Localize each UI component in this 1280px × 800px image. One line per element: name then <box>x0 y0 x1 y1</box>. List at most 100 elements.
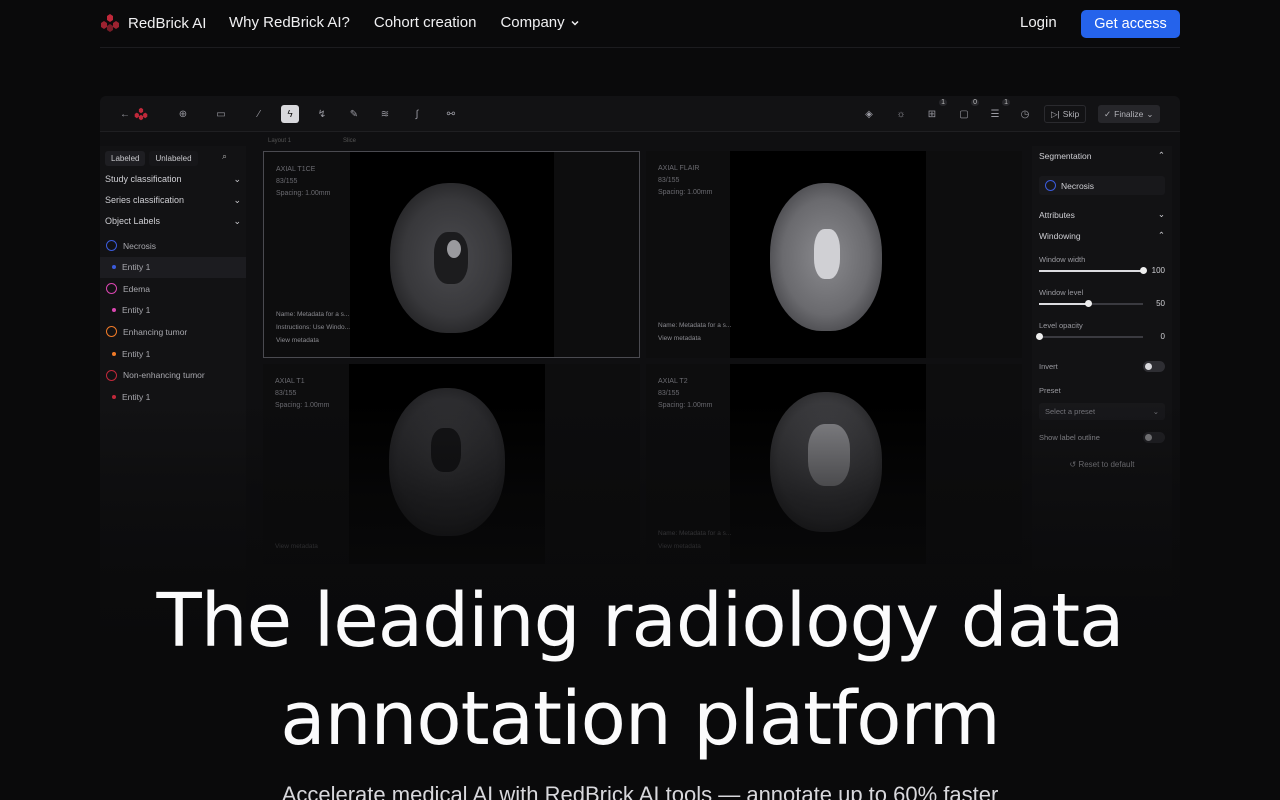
object-label-text: Entity 1 <box>122 305 151 316</box>
spacing-label: Spacing: 1.00mm <box>658 189 713 196</box>
label-class-icon <box>106 326 117 338</box>
object-label-text: Non-enhancing tumor <box>123 370 205 381</box>
invert-row: Invert <box>1039 361 1165 372</box>
object-label-text: Edema <box>123 283 150 294</box>
tag-icon[interactable]: ◈ <box>860 105 878 123</box>
segmentation-section[interactable]: Segmentation ⌃ <box>1039 150 1165 161</box>
segmentation-label: Segmentation <box>1039 150 1092 161</box>
link-tool-icon[interactable]: ⚯ <box>442 105 460 123</box>
reset-label: Reset to default <box>1078 460 1135 469</box>
finalize-label: Finalize <box>1114 109 1144 119</box>
series-classification-section[interactable]: Series classification ⌄ <box>105 195 241 206</box>
window-width-value: 100 <box>1151 266 1165 275</box>
finalize-button[interactable]: ✓ Finalize ⌄ <box>1098 105 1160 123</box>
window-width-slider[interactable] <box>1039 267 1147 274</box>
object-label-item[interactable]: Entity 1 <box>100 386 246 407</box>
view-metadata-link[interactable]: View metadata <box>658 543 701 550</box>
view-metadata-link[interactable]: View metadata <box>658 335 701 342</box>
level-opacity-slider[interactable] <box>1036 333 1143 340</box>
chevron-down-icon: ⌄ <box>233 216 241 226</box>
window-width-label: Window width <box>1039 255 1086 264</box>
chevron-down-icon: ⌄ <box>233 195 241 205</box>
layout-tool-icon[interactable]: ▭ <box>212 105 230 123</box>
chevron-up-icon: ⌃ <box>1157 150 1165 160</box>
window-level-slider[interactable] <box>1039 300 1143 307</box>
properties-panel: Segmentation ⌃ Necrosis Attributes ⌄ Windo… <box>1032 146 1172 596</box>
grid-badge: 1 <box>939 99 947 106</box>
nav-link-company[interactable]: Company <box>500 14 579 31</box>
label-entity-dot-icon <box>112 308 116 313</box>
get-access-button[interactable]: Get access <box>1081 10 1180 38</box>
reset-default-button[interactable]: ↺ Reset to default <box>1032 460 1172 469</box>
tab-labeled[interactable]: Labeled <box>105 151 146 166</box>
view-dropdown[interactable]: AXIAL <box>275 378 295 385</box>
nav-link-cohort[interactable]: Cohort creation <box>374 14 477 31</box>
viewport-t1[interactable]: AXIAL T1 83/155 Spacing: 1.00mm View metad… <box>263 364 640 564</box>
login-link[interactable]: Login <box>1020 14 1057 31</box>
preset-select[interactable]: Select a preset ⌄ <box>1039 403 1165 420</box>
redbrick-logo-icon <box>101 14 119 32</box>
hero-title-line-2: annotation platform <box>280 676 1000 762</box>
crosshair-tool-icon[interactable]: ⊕ <box>174 105 192 123</box>
check-icon: ✓ <box>1104 108 1112 119</box>
brightness-icon[interactable]: ☼ <box>892 105 910 123</box>
slice-index: 83/155 <box>276 178 298 185</box>
object-label-item[interactable]: Edema <box>100 278 246 299</box>
comment-icon[interactable]: ▢ 0 <box>955 99 979 123</box>
object-label-text: Enhancing tumor <box>123 326 188 337</box>
selected-label: Necrosis <box>1061 180 1095 191</box>
object-label-item[interactable]: Entity 1 <box>100 300 246 321</box>
object-label-item[interactable]: Necrosis <box>100 235 246 256</box>
magic-tool-icon[interactable]: ϟ <box>281 105 299 123</box>
grid-icon[interactable]: ⊞ 1 <box>923 99 947 123</box>
viewport-flair[interactable]: AXIAL FLAIR 83/155 Spacing: 1.00mm Name: M… <box>646 151 1022 358</box>
windowing-section[interactable]: Windowing ⌃ <box>1039 230 1165 241</box>
show-outline-toggle[interactable] <box>1143 432 1165 443</box>
object-label-item[interactable]: Enhancing tumor <box>100 321 246 342</box>
label-select[interactable]: Necrosis <box>1039 176 1165 195</box>
tab-unlabeled[interactable]: Unlabeled <box>149 151 198 166</box>
slice-index: 83/155 <box>658 390 680 397</box>
view-metadata-link[interactable]: View metadata <box>275 543 318 550</box>
list-icon[interactable]: ☰ 1 <box>986 99 1010 123</box>
viewport-t1ce[interactable]: AXIAL T1CE 83/155 Spacing: 1.00mm Name: Me… <box>263 151 640 358</box>
search-icon[interactable]: ⌕ <box>222 151 227 162</box>
view-metadata-link[interactable]: View metadata <box>276 337 319 344</box>
clock-icon[interactable]: ◷ <box>1016 105 1034 123</box>
chevron-down-icon: ⌄ <box>1146 108 1154 119</box>
view-dropdown[interactable]: AXIAL <box>658 378 678 385</box>
brand-logo[interactable]: RedBrick AI <box>100 13 206 33</box>
object-label-item[interactable]: Non-enhancing tumor <box>100 365 246 386</box>
study-classification-section[interactable]: Study classification ⌄ <box>105 174 241 185</box>
show-outline-row: Show label outline <box>1039 432 1165 443</box>
object-label-item[interactable]: Entity 1 <box>100 343 246 364</box>
invert-label: Invert <box>1039 362 1058 371</box>
slice-index: 83/155 <box>658 177 680 184</box>
view-dropdown[interactable]: AXIAL <box>276 166 296 173</box>
nav-link-why[interactable]: Why RedBrick AI? <box>229 14 350 31</box>
chevron-down-icon: ⌄ <box>1157 209 1165 219</box>
view-dropdown[interactable]: AXIAL <box>658 165 678 172</box>
invert-toggle[interactable] <box>1143 361 1165 372</box>
spacing-label: Spacing: 1.00mm <box>658 402 713 409</box>
spacing-label: Spacing: 1.00mm <box>276 190 331 197</box>
sequence-label: FLAIR <box>679 165 700 172</box>
viewport-t2[interactable]: AXIAL T2 83/155 Spacing: 1.00mm Name: Meta… <box>646 364 1022 564</box>
object-label-item[interactable]: Entity 1 <box>100 256 246 278</box>
attributes-section[interactable]: Attributes ⌄ <box>1039 209 1165 220</box>
object-labels-section[interactable]: Object Labels ⌄ <box>105 216 241 227</box>
brush-tool-icon[interactable]: ⁄ <box>250 105 268 123</box>
eraser-tool-icon[interactable]: ↯ <box>313 105 331 123</box>
label-class-icon <box>106 240 117 251</box>
object-label-text: Necrosis <box>123 240 157 251</box>
lines-tool-icon[interactable]: ≋ <box>376 105 394 123</box>
preset-placeholder: Select a preset <box>1045 407 1096 416</box>
object-label-text: Entity 1 <box>122 262 151 273</box>
skip-button[interactable]: ▷| Skip <box>1044 105 1087 123</box>
spline-tool-icon[interactable]: ∫ <box>408 105 426 123</box>
label-entity-dot-icon <box>112 265 116 270</box>
preset-label: Preset <box>1039 386 1061 395</box>
list-badge: 1 <box>1002 99 1010 106</box>
pen-tool-icon[interactable]: ✎ <box>345 105 363 123</box>
attributes-label: Attributes <box>1039 209 1075 220</box>
